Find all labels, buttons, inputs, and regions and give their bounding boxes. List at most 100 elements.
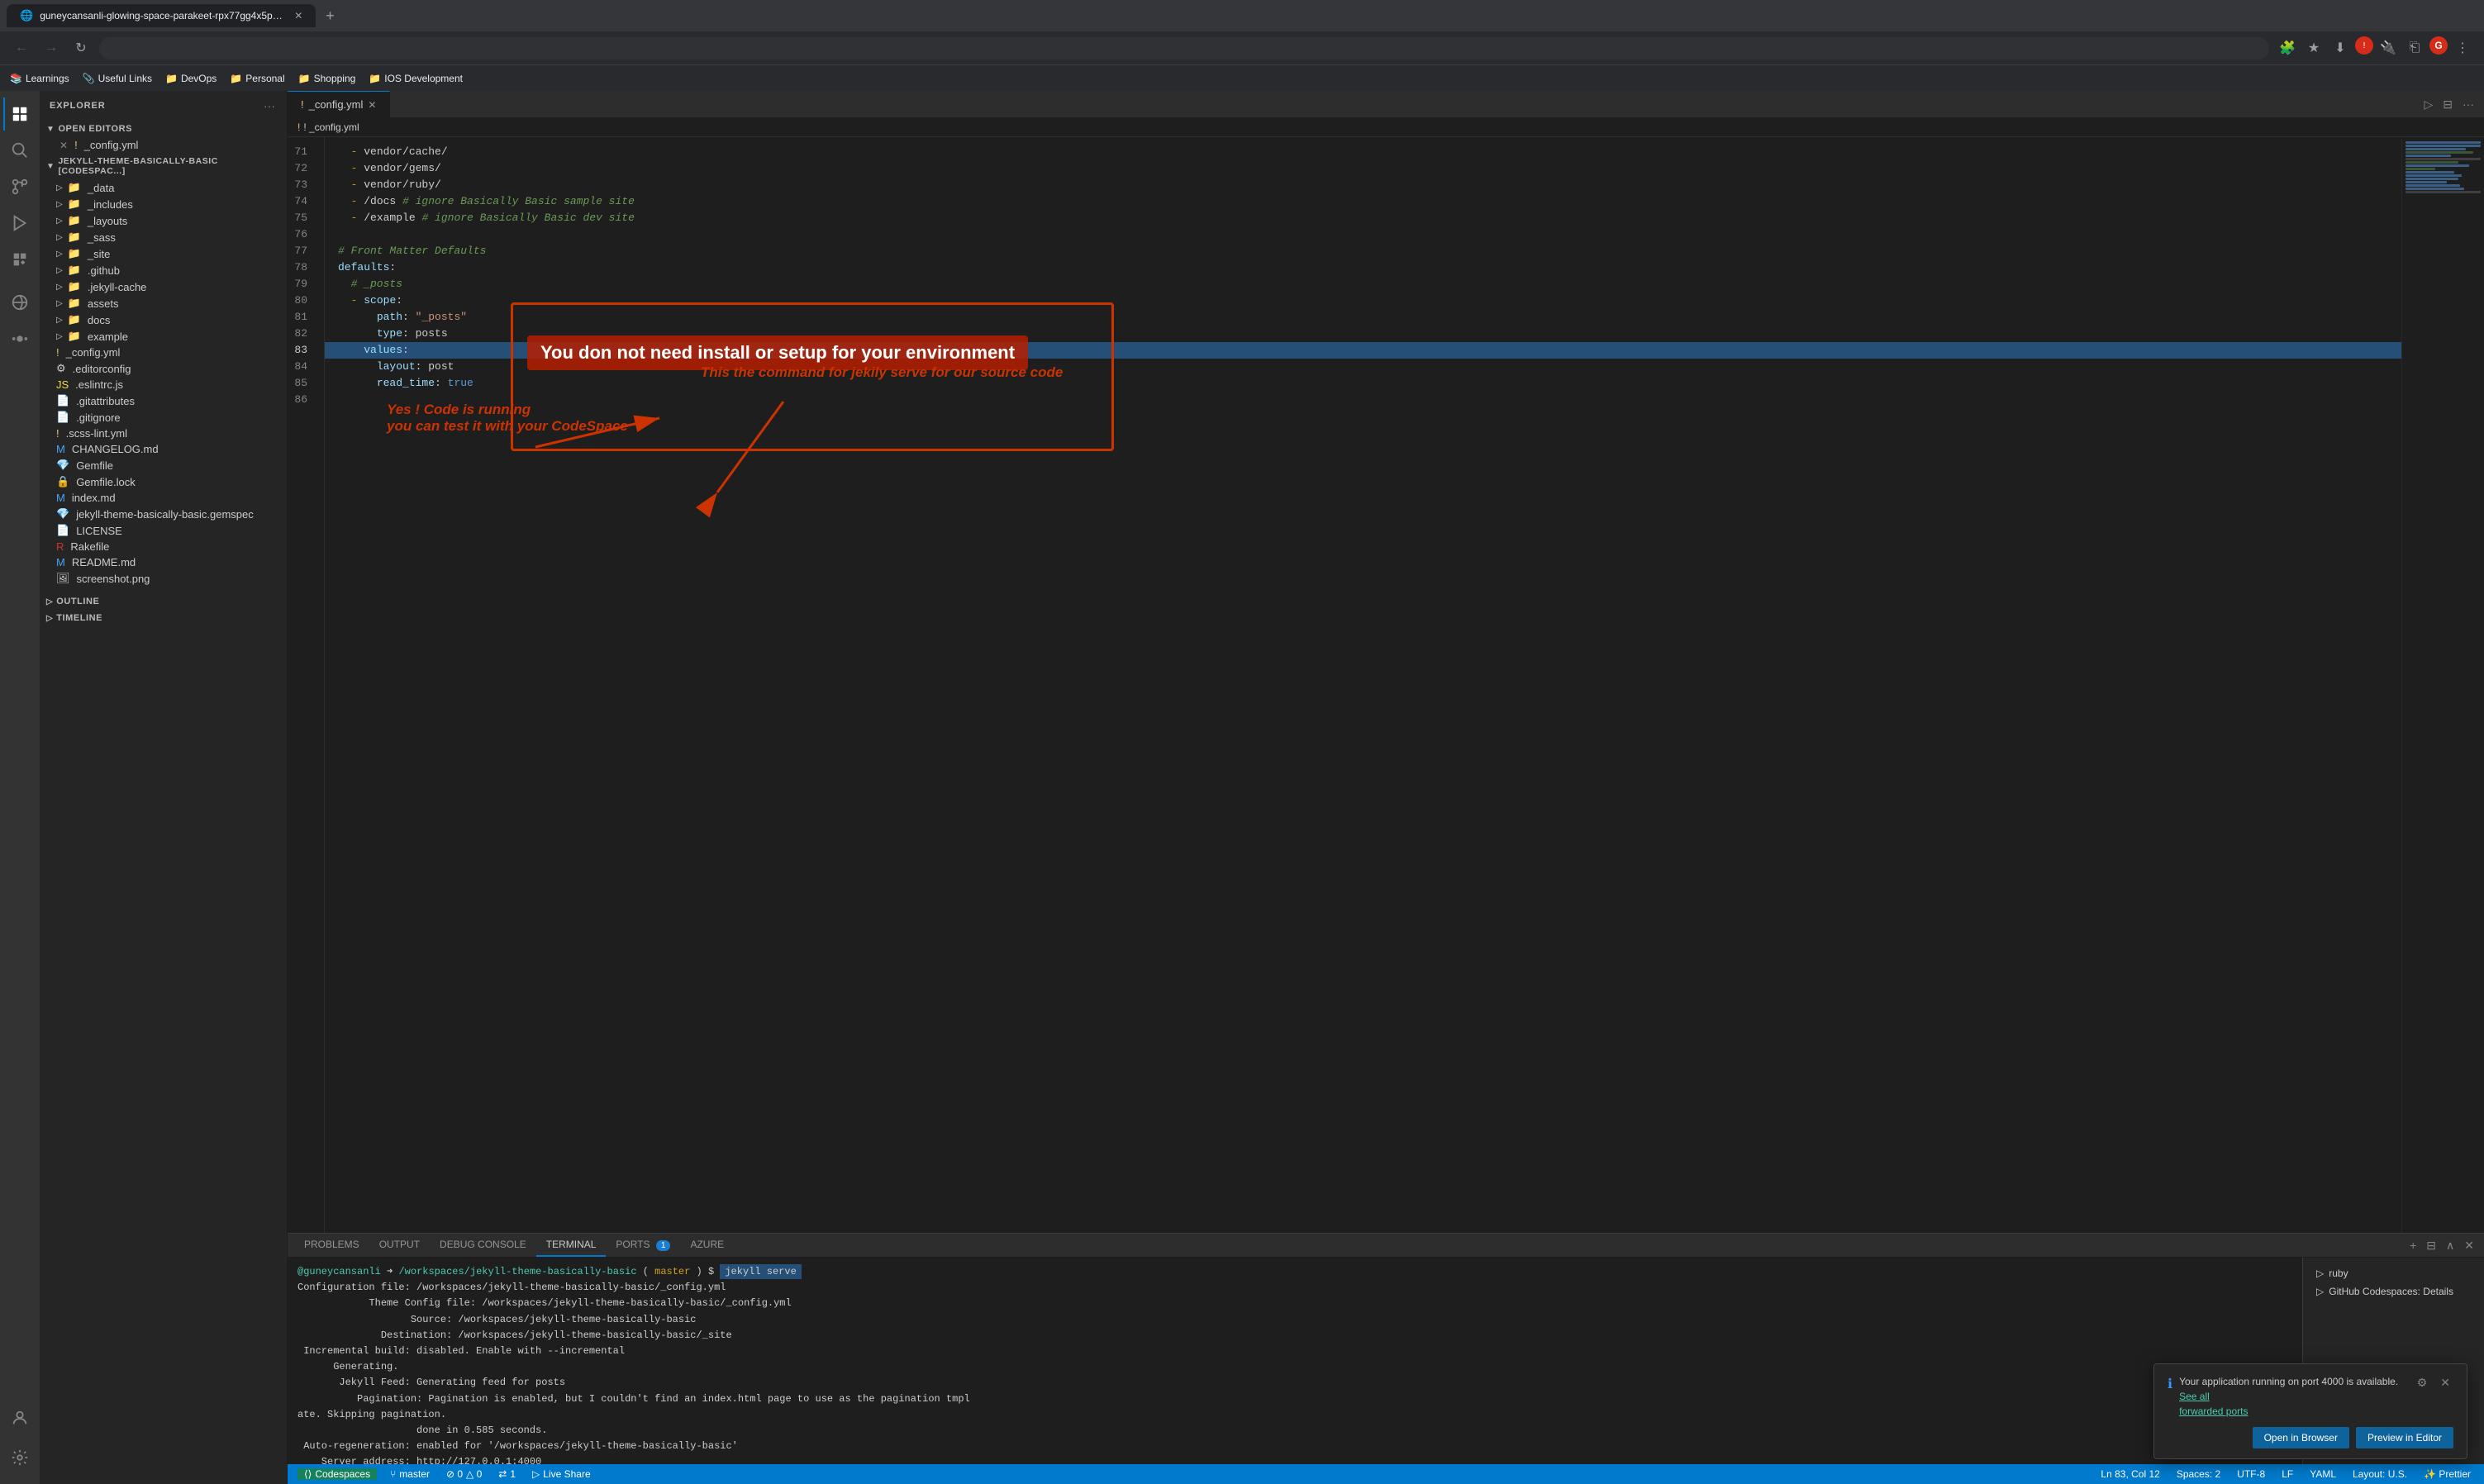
- terminal-tab-ports[interactable]: PORTS 1: [606, 1234, 680, 1257]
- tab-close-icon[interactable]: ✕: [294, 10, 302, 21]
- folder-data[interactable]: ▷ 📁 _data: [40, 179, 287, 196]
- layout-status[interactable]: Layout: U.S.: [2349, 1468, 2410, 1480]
- folder-example[interactable]: ▷ 📁 example: [40, 328, 287, 345]
- terminal-tab-terminal[interactable]: TERMINAL: [536, 1234, 607, 1257]
- address-bar[interactable]: guneycansanli-glowing-space-parakeet-rpx…: [99, 37, 2269, 59]
- browser-toolbar: ← → ↻ guneycansanli-glowing-space-parake…: [0, 31, 2484, 64]
- encoding-status[interactable]: UTF-8: [2234, 1468, 2268, 1480]
- search-activity-icon[interactable]: [3, 134, 36, 167]
- terminal-shell-item-ruby[interactable]: ▷ ruby: [2310, 1264, 2477, 1282]
- open-editor-config-item[interactable]: ✕ ! _config.yml: [40, 137, 287, 153]
- terminal-split-button[interactable]: ⊟: [2423, 1237, 2439, 1254]
- bookmark-icon[interactable]: ★: [2302, 36, 2325, 59]
- open-editors-header[interactable]: ▼ OPEN EDITORS: [40, 121, 287, 137]
- more-actions-button[interactable]: ···: [2459, 96, 2477, 112]
- file-scss-lint[interactable]: ! .scss-lint.yml: [40, 426, 287, 441]
- spaces-status[interactable]: Spaces: 2: [2173, 1468, 2224, 1480]
- git-activity-icon[interactable]: [3, 322, 36, 355]
- debug-activity-icon[interactable]: [3, 207, 36, 240]
- file-license[interactable]: 📄 LICENSE: [40, 522, 287, 539]
- line-ending-status[interactable]: LF: [2278, 1468, 2296, 1480]
- file-rakefile[interactable]: R Rakefile: [40, 539, 287, 554]
- timeline-header[interactable]: ▷ TIMELINE: [40, 610, 287, 626]
- notification-link[interactable]: See allforwarded ports: [2179, 1391, 2248, 1417]
- codespaces-status[interactable]: ⟨⟩ Codespaces: [297, 1468, 377, 1480]
- notification-close-button[interactable]: ✕: [2437, 1374, 2453, 1391]
- bookmark-personal[interactable]: 📁 Personal: [230, 73, 284, 84]
- open-editor-close-icon[interactable]: ✕: [59, 140, 68, 151]
- extensions-activity-icon[interactable]: [3, 243, 36, 276]
- bookmark-shopping[interactable]: 📁 Shopping: [298, 73, 356, 84]
- menu-icon[interactable]: ⋮: [2451, 36, 2474, 59]
- file-gemfile-lock[interactable]: 🔒 Gemfile.lock: [40, 473, 287, 490]
- terminal-tab-problems[interactable]: PROBLEMS: [294, 1234, 369, 1257]
- terminal-codespaces-item[interactable]: ▷ GitHub Codespaces: Details: [2310, 1282, 2477, 1301]
- terminal-tab-debug[interactable]: DEBUG CONSOLE: [430, 1234, 536, 1257]
- sync-status[interactable]: ⇄ 1: [495, 1468, 519, 1480]
- folder-github[interactable]: ▷ 📁 .github: [40, 262, 287, 278]
- branch-status[interactable]: ⑂ master: [387, 1468, 433, 1480]
- profile-avatar[interactable]: G: [2429, 36, 2448, 55]
- open-in-browser-button[interactable]: Open in Browser: [2253, 1427, 2349, 1448]
- source-control-activity-icon[interactable]: [3, 170, 36, 203]
- editor-tab-config[interactable]: ! _config.yml ✕: [288, 91, 390, 117]
- terminal-tab-output[interactable]: OUTPUT: [369, 1234, 430, 1257]
- browser-tab[interactable]: 🌐 guneycansanli-glowing-space-parakeet-r…: [7, 4, 316, 27]
- file-gitignore[interactable]: 📄 .gitignore: [40, 409, 287, 426]
- live-share-status[interactable]: ▷ Live Share: [529, 1468, 594, 1480]
- reload-button[interactable]: ↻: [69, 36, 93, 59]
- folder-layouts[interactable]: ▷ 📁 _layouts: [40, 212, 287, 229]
- file-screenshot[interactable]: 🖼 screenshot.png: [40, 570, 287, 587]
- file-editorconfig[interactable]: ⚙ .editorconfig: [40, 360, 287, 377]
- downloads-icon[interactable]: ⬇: [2329, 36, 2352, 59]
- bookmark-devops[interactable]: 📁 DevOps: [165, 73, 217, 84]
- extensions-icon[interactable]: 🧩: [2276, 36, 2299, 59]
- split-editor-button[interactable]: ⊟: [2439, 96, 2456, 113]
- code-content[interactable]: - vendor/cache/ - vendor/gems/ - vendor/…: [325, 137, 2401, 1233]
- forward-button[interactable]: →: [40, 36, 63, 59]
- terminal-add-button[interactable]: +: [2406, 1237, 2420, 1254]
- run-button[interactable]: ▷: [2420, 96, 2436, 113]
- bookmark-learnings[interactable]: 📚 Learnings: [10, 73, 69, 84]
- folder-site[interactable]: ▷ 📁 _site: [40, 245, 287, 262]
- terminal-prompt-path: /workspaces/jekyll-theme-basically-basic: [398, 1266, 636, 1277]
- breadcrumb-filename[interactable]: ! _config.yml: [303, 121, 359, 133]
- accounts-activity-icon[interactable]: [3, 1401, 36, 1434]
- back-button[interactable]: ←: [10, 36, 33, 59]
- cast-icon[interactable]: ⎗: [2403, 36, 2426, 59]
- folder-sass[interactable]: ▷ 📁 _sass: [40, 229, 287, 245]
- folder-assets[interactable]: ▷ 📁 assets: [40, 295, 287, 312]
- explorer-icon[interactable]: [3, 98, 36, 131]
- notification-settings-button[interactable]: ⚙: [2414, 1374, 2431, 1391]
- project-header[interactable]: ▼ JEKYLL-THEME-BASICALLY-BASIC [CODESPAC…: [40, 153, 287, 179]
- sidebar-more-actions[interactable]: ···: [262, 98, 277, 114]
- terminal-content[interactable]: @guneycansanli ➜ /workspaces/jekyll-them…: [288, 1258, 2302, 1464]
- file-gemfile[interactable]: 💎 Gemfile: [40, 457, 287, 473]
- folder-jekyll-cache[interactable]: ▷ 📁 .jekyll-cache: [40, 278, 287, 295]
- file-eslintrc[interactable]: JS .eslintrc.js: [40, 377, 287, 392]
- preview-in-editor-button[interactable]: Preview in Editor: [2356, 1427, 2453, 1448]
- terminal-maximize-button[interactable]: ∧: [2443, 1237, 2458, 1254]
- folder-includes[interactable]: ▷ 📁 _includes: [40, 196, 287, 212]
- terminal-tab-azure[interactable]: AZURE: [680, 1234, 734, 1257]
- file-gemspec[interactable]: 💎 jekyll-theme-basically-basic.gemspec: [40, 506, 287, 522]
- terminal-close-button[interactable]: ✕: [2461, 1237, 2477, 1254]
- settings-activity-icon[interactable]: [3, 1441, 36, 1474]
- cursor-position-status[interactable]: Ln 83, Col 12: [2097, 1468, 2163, 1480]
- file-readme[interactable]: M README.md: [40, 554, 287, 570]
- folder-docs[interactable]: ▷ 📁 docs: [40, 312, 287, 328]
- new-tab-button[interactable]: +: [319, 4, 341, 28]
- bookmark-useful-links[interactable]: 📎 Useful Links: [83, 73, 152, 84]
- remote-activity-icon[interactable]: [3, 286, 36, 319]
- errors-status[interactable]: ⊘ 0 △ 0: [443, 1468, 485, 1480]
- file-config[interactable]: ! _config.yml: [40, 345, 287, 360]
- outline-header[interactable]: ▷ OUTLINE: [40, 593, 287, 610]
- file-changelog[interactable]: M CHANGELOG.md: [40, 441, 287, 457]
- puzzle-icon[interactable]: 🔌: [2377, 36, 2400, 59]
- prettier-status[interactable]: ✨ Prettier: [2420, 1468, 2474, 1480]
- language-status[interactable]: YAML: [2306, 1468, 2339, 1480]
- tab-close[interactable]: ✕: [368, 99, 376, 111]
- file-index[interactable]: M index.md: [40, 490, 287, 506]
- file-gitattributes[interactable]: 📄 .gitattributes: [40, 392, 287, 409]
- bookmark-ios[interactable]: 📁 IOS Development: [369, 73, 463, 84]
